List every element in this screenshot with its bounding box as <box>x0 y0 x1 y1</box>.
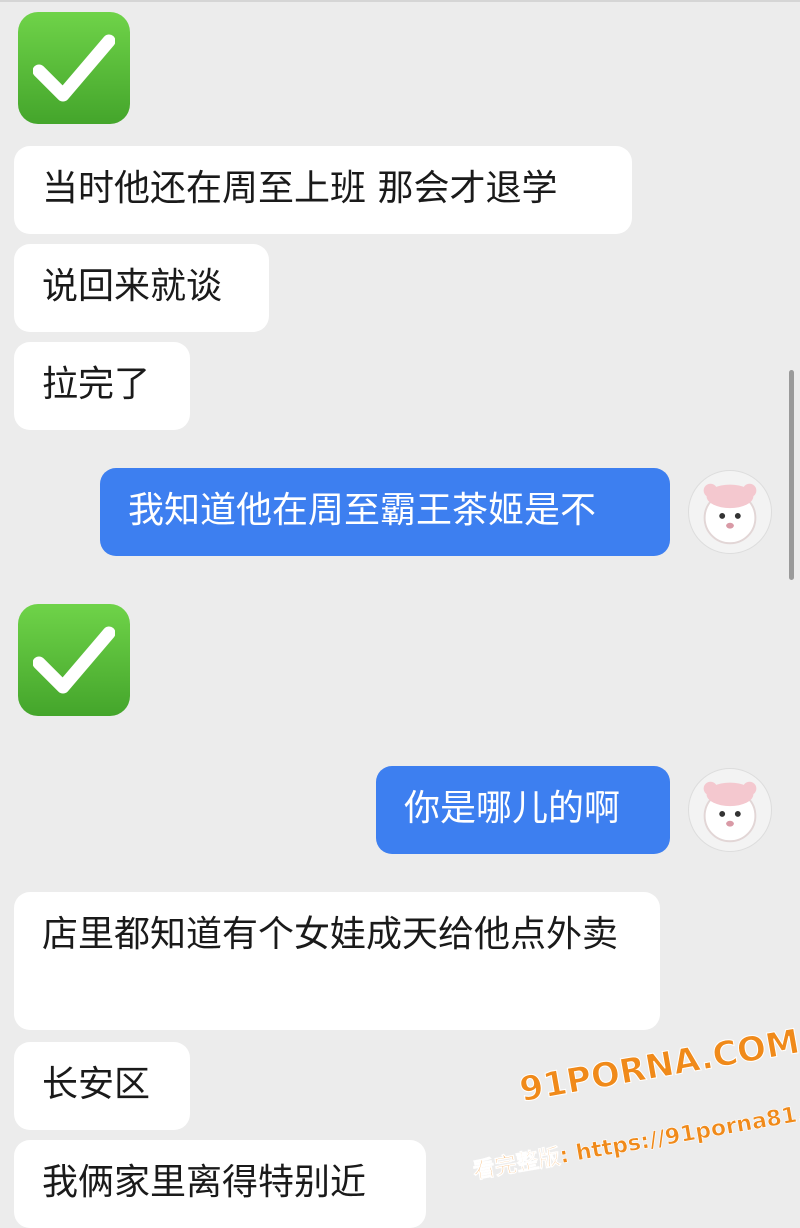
incoming-message[interactable]: 我俩家里离得特别近 <box>14 1140 426 1228</box>
message-text: 拉完了 <box>42 364 151 405</box>
message-text: 你是哪儿的啊 <box>404 788 621 829</box>
message-text: 说回来就谈 <box>42 266 223 307</box>
incoming-message[interactable]: 当时他还在周至上班 那会才退学 <box>14 146 632 234</box>
check-mark-icon[interactable] <box>18 12 130 124</box>
scrollbar[interactable] <box>789 370 794 580</box>
incoming-message[interactable]: 店里都知道有个女娃成天给他点外卖 <box>14 892 660 1030</box>
incoming-message[interactable]: 拉完了 <box>14 342 190 430</box>
check-mark-glyph <box>33 34 115 102</box>
watermark-logo: 91PORNA.COM <box>516 1021 800 1111</box>
top-divider <box>0 0 800 2</box>
watermark-url: 看完整版: https://91porna81.com <box>471 1092 800 1185</box>
outgoing-message[interactable]: 你是哪儿的啊 <box>376 766 670 854</box>
incoming-message[interactable]: 长安区 <box>14 1042 190 1130</box>
check-mark-icon[interactable] <box>18 604 130 716</box>
message-text: 店里都知道有个女娃成天给他点外卖 <box>42 914 619 955</box>
message-text: 我知道他在周至霸王茶姬是不 <box>128 490 597 531</box>
outgoing-message[interactable]: 我知道他在周至霸王茶姬是不 <box>100 468 670 556</box>
bear-avatar-icon <box>703 483 757 545</box>
incoming-message[interactable]: 说回来就谈 <box>14 244 269 332</box>
avatar[interactable] <box>688 768 772 852</box>
message-text: 我俩家里离得特别近 <box>42 1162 367 1203</box>
check-mark-glyph <box>33 626 115 694</box>
message-text: 长安区 <box>42 1064 151 1105</box>
avatar[interactable] <box>688 470 772 554</box>
bear-avatar-icon <box>703 781 757 843</box>
message-text: 当时他还在周至上班 那会才退学 <box>42 168 558 209</box>
